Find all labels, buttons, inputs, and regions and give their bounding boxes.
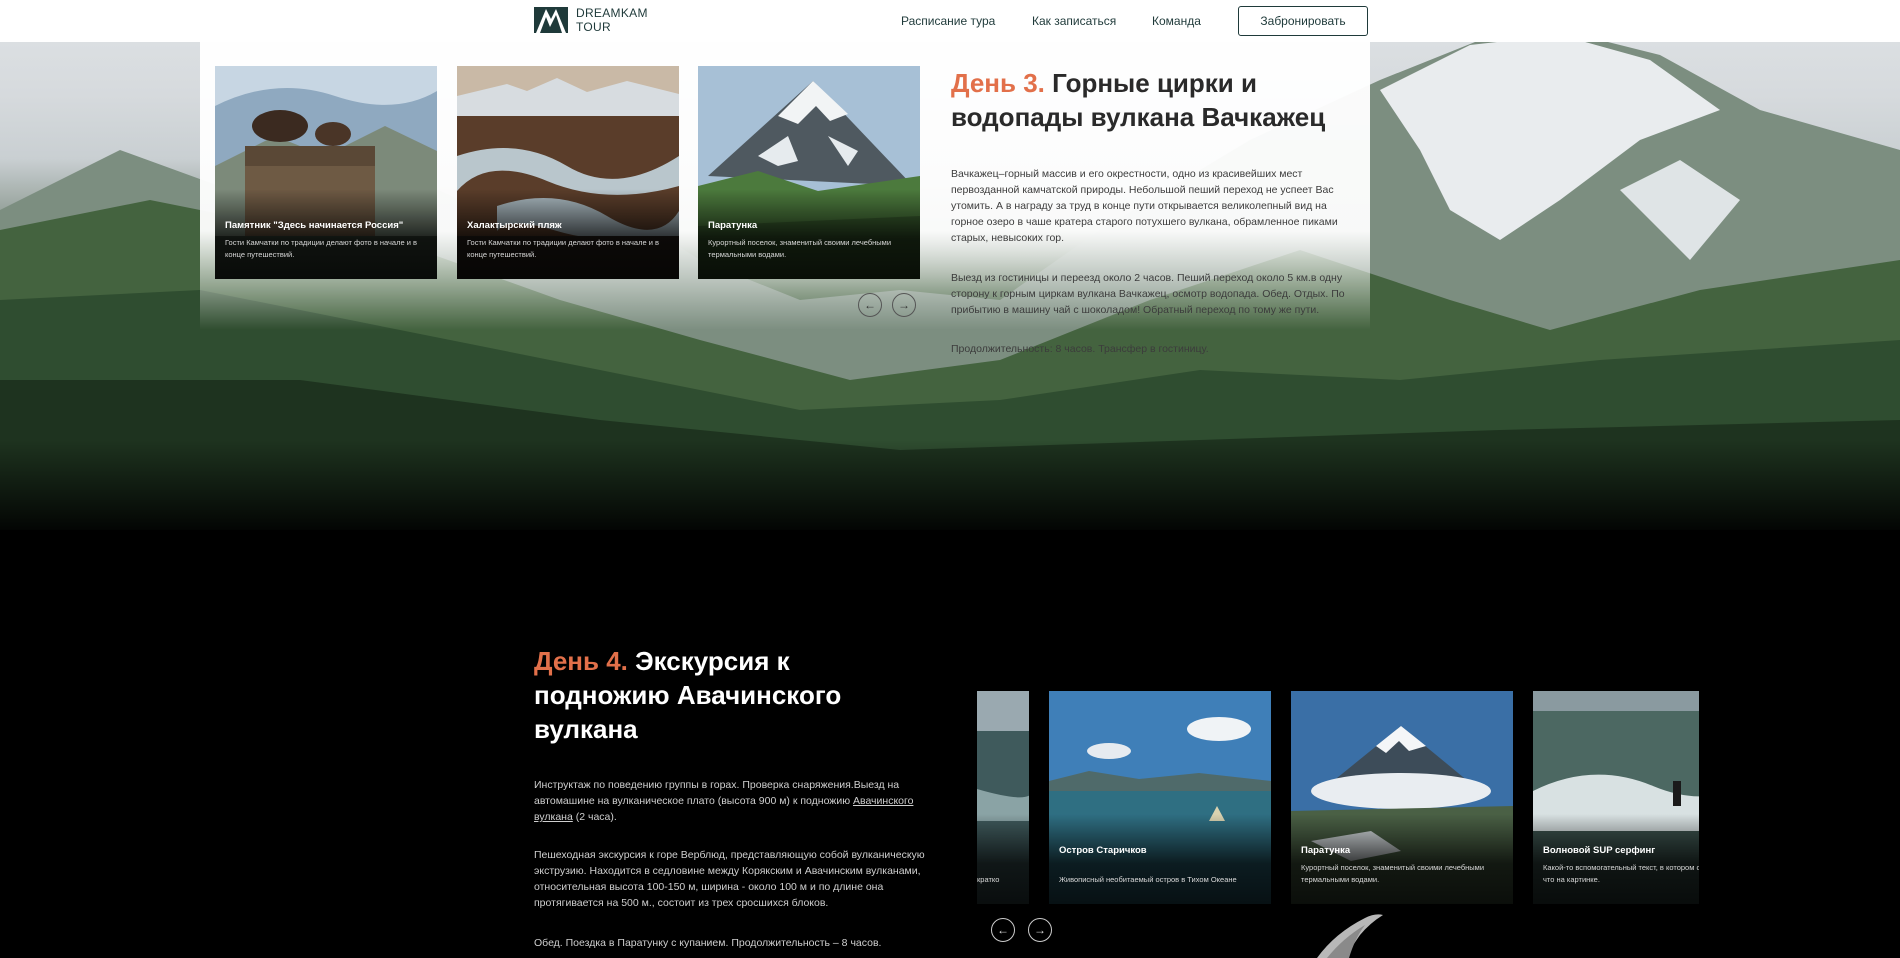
day4-number: День 4.	[534, 646, 628, 676]
card-paratunka-2[interactable]: Паратунка Курортный поселок, знаменитый …	[1291, 691, 1513, 904]
day3-heading: День 3. Горные цирки и водопады вулкана …	[951, 66, 1391, 134]
logo-line-2: TOUR	[576, 20, 611, 34]
site-header: DREAMKAM TOUR Расписание тура Как записа…	[0, 0, 1900, 42]
card-title: Памятник "Здесь начинается Россия"	[225, 220, 404, 231]
decorative-bird-icon	[1317, 914, 1383, 958]
day4-paragraph-2: Пешеходная экскурсия к горе Верблюд, пре…	[534, 849, 925, 909]
card-monument[interactable]: Памятник "Здесь начинается Россия" Гости…	[215, 66, 437, 279]
day3-next-button[interactable]: →	[892, 293, 916, 317]
day4-heading: День 4. Экскурсия к подножию Авачинского…	[534, 644, 894, 746]
card-title: Волновой SUP серфинг	[1543, 845, 1656, 856]
card-desc: Курортный поселок, знаменитый своими леч…	[1301, 863, 1485, 884]
book-button[interactable]: Забронировать	[1238, 6, 1368, 36]
nav-team[interactable]: Команда	[1152, 14, 1201, 28]
card-desc: Гости Камчатки по традиции делают фото в…	[467, 238, 659, 259]
day4-prev-button[interactable]: ←	[991, 918, 1015, 942]
card-desc: кратко	[977, 875, 1000, 884]
card-sup-surfing[interactable]: Волновой SUP серфинг Какой-то вспомогате…	[1533, 691, 1699, 904]
day3-paragraph-3: Продолжительность: 8 часов. Трансфер в г…	[951, 343, 1209, 355]
day4-carousel: кратко Остров Старичков Живописный необи…	[977, 691, 1699, 904]
day3-prev-button[interactable]: ←	[858, 293, 882, 317]
nav-schedule[interactable]: Расписание тура	[901, 14, 995, 28]
card-desc: Живописный необитаемый остров в Тихом Ок…	[1059, 875, 1237, 884]
logo[interactable]: DREAMKAM TOUR	[534, 6, 648, 34]
day4-paragraph-1: Инструктаж по поведению группы в горах. …	[534, 779, 914, 823]
card-title: Остров Старичков	[1059, 845, 1147, 856]
card-title: Паратунка	[708, 220, 758, 231]
logo-line-1: DREAMKAM	[576, 6, 648, 20]
card-starichkov-island[interactable]: Остров Старичков Живописный необитаемый …	[1049, 691, 1271, 904]
card-desc: Курортный поселок, знаменитый своими леч…	[708, 238, 892, 259]
day4-next-button[interactable]: →	[1028, 918, 1052, 942]
day3-paragraph-2: Выезд из гостиницы и переезд около 2 час…	[951, 272, 1345, 316]
card-paratunka[interactable]: Паратунка Курортный поселок, знаменитый …	[698, 66, 920, 279]
card-title: Паратунка	[1301, 845, 1351, 856]
day3-paragraph-1: Вачкажец–горный массив и его окрестности…	[951, 168, 1338, 244]
logo-text: DREAMKAM TOUR	[576, 6, 648, 34]
day3-number: День 3.	[951, 68, 1045, 98]
day4-paragraph-3: Обед. Поездка в Паратунку с купанием. Пр…	[534, 937, 882, 949]
card-partial[interactable]: кратко	[977, 691, 1029, 904]
card-khalaktyr-beach[interactable]: Халактырский пляж Гости Камчатки по трад…	[457, 66, 679, 279]
card-title: Халактырский пляж	[467, 220, 562, 231]
logo-mountain-icon	[534, 7, 568, 33]
nav-how-to-book[interactable]: Как записаться	[1032, 14, 1116, 28]
card-desc: Гости Камчатки по традиции делают фото в…	[225, 238, 417, 259]
card-desc: Какой-то вспомогательный текст, в которо…	[1543, 863, 1699, 884]
